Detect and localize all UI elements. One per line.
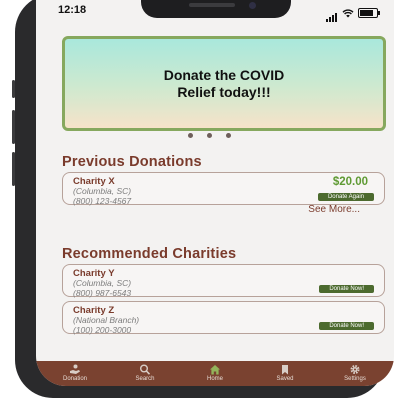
bookmark-icon [282, 365, 288, 375]
charity-location: (Columbia, SC) [73, 186, 132, 196]
speaker [189, 3, 235, 7]
app-screen: 12:18 Donate the COVID Relief today!!! P… [36, 0, 394, 386]
charity-location: (Columbia, SC) [73, 278, 132, 288]
recommended-charity-card[interactable]: Charity Y (Columbia, SC) (800) 987-6543 … [62, 264, 385, 298]
tab-label: Search [135, 376, 155, 382]
carousel-dots[interactable] [188, 133, 231, 138]
wifi-icon [342, 8, 354, 17]
home-icon [210, 365, 220, 375]
donation-icon [70, 364, 80, 374]
charity-phone: (800) 987-6543 [73, 288, 132, 298]
donation-amount: $20.00 [332, 176, 368, 188]
tab-home[interactable]: Home [190, 361, 240, 386]
search-icon [140, 364, 151, 375]
carousel-dot[interactable] [188, 133, 193, 138]
tab-label: Donation [62, 376, 88, 382]
tab-settings[interactable]: Settings [330, 361, 380, 386]
donation-banner[interactable]: Donate the COVID Relief today!!! [62, 36, 386, 131]
previous-donations-title: Previous Donations [62, 154, 202, 170]
status-time: 12:18 [58, 4, 87, 16]
notch [141, 0, 291, 18]
tab-label: Settings [344, 376, 366, 382]
gear-icon [350, 364, 360, 375]
status-icons [326, 4, 380, 22]
volume-down-button [12, 152, 15, 186]
status-bar: 12:18 [36, 0, 394, 28]
charity-location: (National Branch) [73, 315, 140, 325]
charity-phone: (100) 200-3000 [73, 325, 132, 335]
previous-donation-card[interactable]: Charity X (Columbia, SC) (800) 123-4567 … [62, 172, 385, 206]
recommended-charities-title: Recommended Charities [62, 246, 237, 262]
carousel-dot[interactable] [226, 133, 231, 138]
recommended-charity-card[interactable]: Charity Z (National Branch) (100) 200-30… [62, 301, 385, 335]
see-more-link[interactable]: See More... [308, 204, 360, 215]
mute-switch [12, 80, 15, 98]
tab-donation[interactable]: Donation [50, 361, 100, 386]
donate-again-button[interactable]: Donate Again [317, 193, 374, 201]
camera [249, 2, 256, 9]
tab-saved[interactable]: Saved [260, 361, 310, 386]
signal-icon [326, 4, 338, 22]
banner-text: Donate the COVID Relief today!!! [163, 66, 285, 100]
tab-label: Home [206, 376, 223, 382]
tab-bar: Donation Search Home Saved Settings [36, 361, 394, 386]
battery-icon [358, 8, 380, 18]
phone-frame: 12:18 Donate the COVID Relief today!!! P… [12, 0, 394, 398]
volume-up-button [12, 110, 15, 144]
carousel-dot[interactable] [207, 133, 212, 138]
tab-label: Saved [276, 376, 294, 382]
tab-search[interactable]: Search [120, 361, 170, 386]
charity-phone: (800) 123-4567 [73, 196, 132, 206]
donate-now-button[interactable]: Donate Now! [319, 322, 374, 330]
donate-now-button[interactable]: Donate Now! [319, 285, 374, 293]
